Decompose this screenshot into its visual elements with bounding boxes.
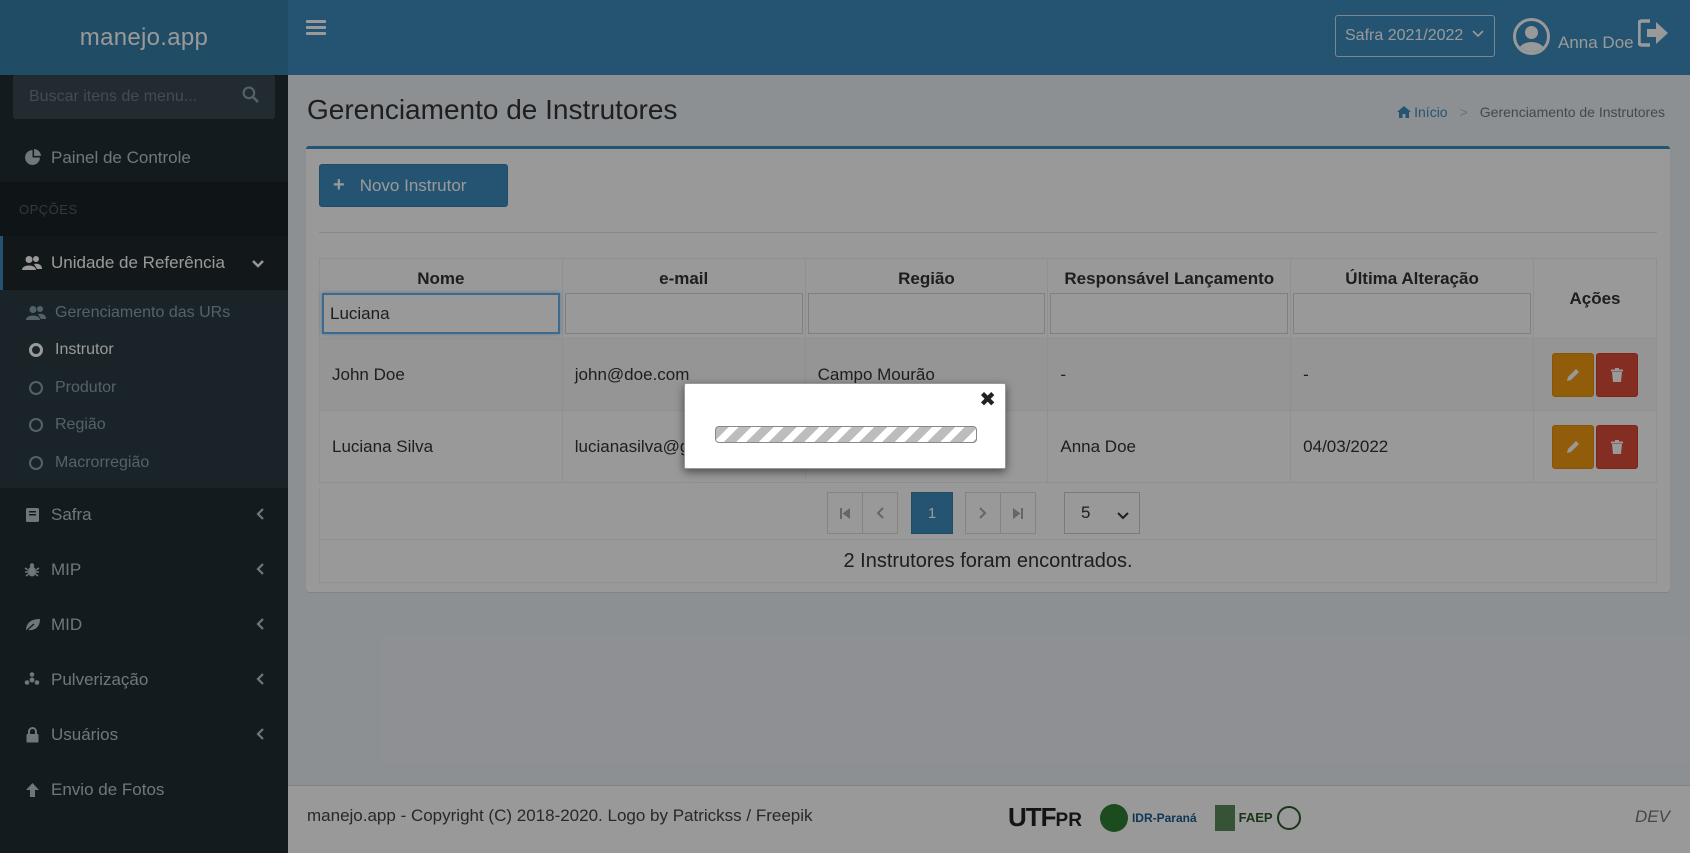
close-icon[interactable]: ✖ (979, 390, 996, 410)
loading-progress-bar (715, 426, 977, 443)
loading-modal: ✖ (684, 383, 1006, 469)
